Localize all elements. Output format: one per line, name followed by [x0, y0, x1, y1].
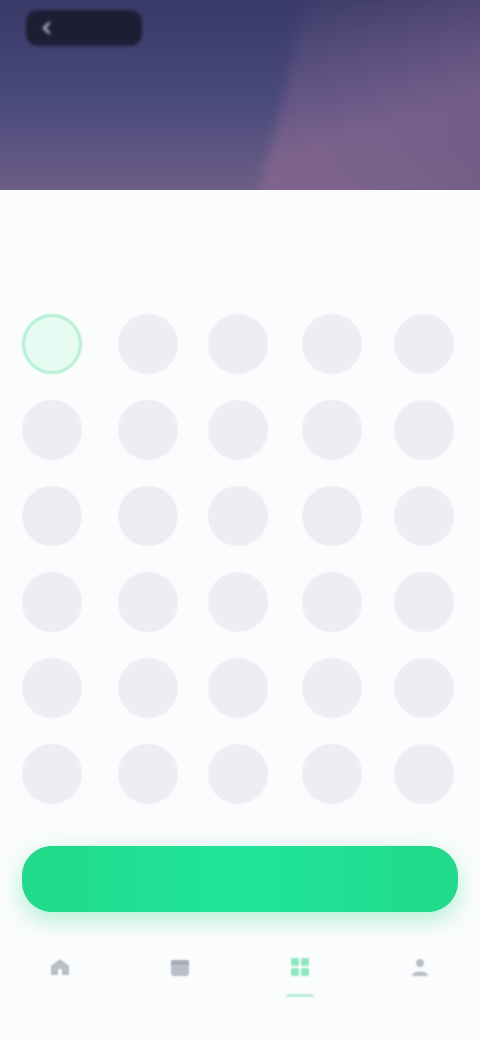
grid-cell[interactable] — [302, 658, 362, 718]
grid-icon — [287, 954, 313, 980]
grid-cell[interactable] — [394, 572, 454, 632]
grid-cell[interactable] — [394, 486, 454, 546]
bottom-nav-item[interactable] — [380, 954, 460, 988]
grid-cell[interactable] — [394, 658, 454, 718]
bottom-nav-item[interactable] — [260, 954, 340, 997]
main-content — [0, 190, 480, 1040]
hero-illustration — [250, 0, 480, 190]
grid-cell[interactable] — [394, 744, 454, 804]
grid-cell[interactable] — [22, 400, 82, 460]
back-arrow-icon — [38, 19, 56, 37]
grid-cell[interactable] — [118, 400, 178, 460]
grid-cell[interactable] — [208, 400, 268, 460]
hero-header — [0, 0, 480, 190]
grid-cell[interactable] — [394, 400, 454, 460]
bottom-nav-item[interactable] — [20, 954, 100, 988]
grid-cell[interactable] — [302, 744, 362, 804]
section-header — [28, 224, 452, 252]
profile-icon — [407, 954, 433, 980]
grid-cell[interactable] — [118, 744, 178, 804]
grid-cell[interactable] — [208, 572, 268, 632]
grid-cell[interactable] — [22, 572, 82, 632]
grid-cell[interactable] — [22, 658, 82, 718]
calendar-icon — [167, 954, 193, 980]
grid-cell[interactable] — [22, 744, 82, 804]
grid-cell[interactable] — [22, 486, 82, 546]
grid-cell[interactable] — [302, 486, 362, 546]
bottom-nav-item[interactable] — [140, 954, 220, 988]
grid-cell[interactable] — [118, 572, 178, 632]
active-indicator — [286, 994, 314, 997]
grid-cell[interactable] — [302, 314, 362, 374]
grid-cell[interactable] — [208, 658, 268, 718]
grid-cell[interactable] — [302, 572, 362, 632]
grid-cell[interactable] — [208, 486, 268, 546]
primary-action-button[interactable] — [22, 846, 458, 912]
grid-cell[interactable] — [118, 658, 178, 718]
grid-cell[interactable] — [302, 400, 362, 460]
grid-cell[interactable] — [208, 744, 268, 804]
back-button[interactable] — [26, 10, 142, 46]
grid-cell[interactable] — [118, 314, 178, 374]
grid-cell[interactable] — [118, 486, 178, 546]
app-root — [0, 0, 480, 1040]
grid-cell[interactable] — [208, 314, 268, 374]
grid-cell[interactable] — [394, 314, 454, 374]
bottom-navigation — [0, 936, 480, 1040]
grid-cell[interactable] — [22, 314, 82, 374]
home-icon — [47, 954, 73, 980]
